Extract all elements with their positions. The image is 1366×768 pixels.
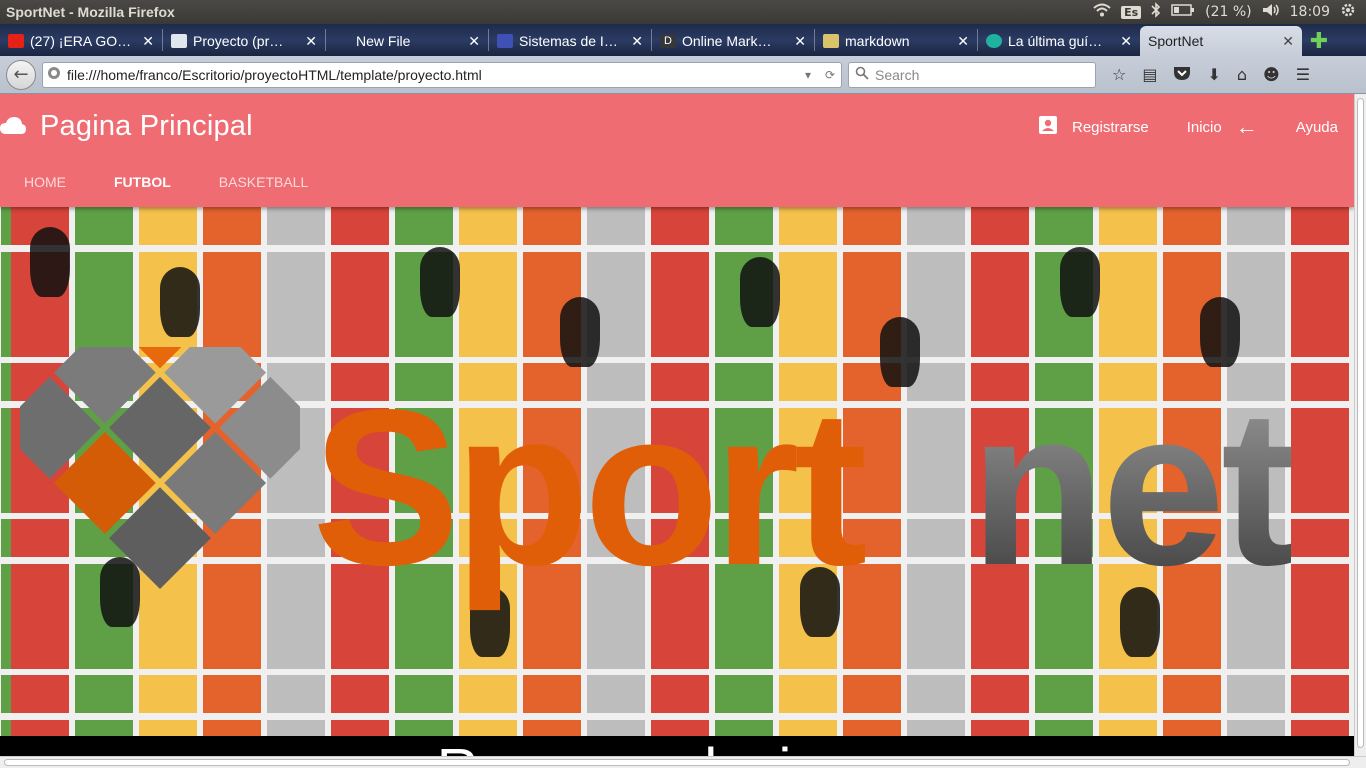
help-link[interactable]: Ayuda — [1296, 119, 1338, 136]
tab-label: Sistemas de I… — [519, 33, 618, 49]
tab-youtube[interactable]: (27) ¡ERA GO… ✕ — [0, 26, 162, 56]
battery-percentage: (21 %) — [1205, 4, 1252, 20]
tab-label: La última guí… — [1008, 33, 1103, 49]
page-title: Pagina Principal — [40, 110, 253, 142]
tab-label: markdown — [845, 33, 910, 49]
trello-icon — [171, 34, 187, 48]
athlete-silhouette — [1060, 247, 1100, 317]
athlete-silhouette — [740, 257, 780, 327]
account-box-icon[interactable] — [1038, 115, 1058, 139]
search-placeholder: Search — [875, 66, 920, 83]
history-dropdown-icon[interactable]: ▾ — [797, 68, 819, 82]
close-icon[interactable]: ✕ — [142, 33, 154, 50]
athlete-silhouette — [1200, 297, 1240, 367]
moodle-icon — [497, 34, 513, 48]
dillinger-icon: D — [660, 34, 676, 48]
tab-label: New File — [356, 33, 411, 49]
close-icon[interactable]: ✕ — [468, 33, 480, 50]
wifi-icon[interactable] — [1093, 3, 1111, 21]
os-title-bar: SportNet - Mozilla Firefox Es (21 %) 18:… — [0, 0, 1366, 24]
back-button[interactable]: ← — [6, 59, 36, 90]
globe-icon — [986, 34, 1002, 48]
search-icon — [855, 66, 869, 83]
brand-text-sport: Sport — [312, 364, 868, 612]
close-icon[interactable]: ✕ — [305, 33, 317, 50]
gear-icon[interactable] — [1340, 2, 1356, 22]
section-tabs: HOME FUTBOL BASKETBALL — [0, 170, 332, 194]
keyboard-layout-indicator[interactable]: Es — [1121, 5, 1142, 19]
navigation-toolbar: ← file:///home/franco/Escritorio/proyect… — [0, 56, 1366, 94]
url-text[interactable]: file:///home/franco/Escritorio/proyectoH… — [61, 67, 797, 83]
browser-tab-strip: (27) ¡ERA GO… ✕ Proyecto (pr… ✕ New File… — [0, 24, 1366, 56]
sportnet-logo-icon — [20, 347, 300, 590]
arrow-back-icon[interactable]: ← — [1236, 114, 1258, 140]
markdown-icon — [823, 34, 839, 48]
horizontal-scrollbar[interactable] — [0, 756, 1366, 768]
hero-banner: Sport net Recomendaciones — [0, 207, 1354, 756]
download-icon[interactable]: ⬇ — [1207, 65, 1220, 84]
clock[interactable]: 18:09 — [1290, 4, 1330, 20]
home-link[interactable]: Inicio — [1187, 119, 1222, 136]
hello-icon[interactable]: ☻ — [1263, 65, 1280, 84]
close-icon[interactable]: ✕ — [957, 33, 969, 50]
tab-home[interactable]: HOME — [0, 170, 90, 194]
arrow-left-icon: ← — [13, 64, 29, 85]
volume-icon[interactable] — [1262, 3, 1280, 21]
close-icon[interactable]: ✕ — [794, 33, 806, 50]
pocket-icon[interactable] — [1173, 65, 1191, 85]
tab-trello[interactable]: Proyecto (pr… ✕ — [163, 26, 325, 56]
window-title: SportNet - Mozilla Firefox — [6, 4, 175, 20]
athlete-silhouette — [30, 227, 70, 297]
tab-new-file[interactable]: New File ✕ — [326, 26, 488, 56]
bookmark-star-icon[interactable]: ☆ — [1112, 65, 1126, 84]
tab-label: Proyecto (pr… — [193, 33, 284, 49]
reading-list-icon[interactable]: ▤ — [1142, 65, 1157, 84]
vertical-scrollbar[interactable] — [1354, 94, 1366, 756]
close-icon[interactable]: ✕ — [631, 33, 643, 50]
scroll-thumb[interactable] — [1357, 98, 1364, 748]
new-tab-button[interactable]: ✚ — [1302, 26, 1336, 56]
scroll-thumb[interactable] — [4, 759, 1350, 766]
search-input[interactable]: Search — [848, 61, 1096, 88]
cloud-icon — [0, 117, 26, 134]
menu-icon[interactable]: ☰ — [1296, 65, 1310, 84]
close-icon[interactable]: ✕ — [1120, 33, 1132, 50]
brand-text-net: net — [970, 364, 1295, 612]
recommendations-heading: Recomendaciones — [0, 736, 1354, 756]
athlete-silhouette — [880, 317, 920, 387]
tab-online-markdown[interactable]: D Online Mark… ✕ — [652, 26, 814, 56]
tab-label: (27) ¡ERA GO… — [30, 33, 132, 49]
battery-icon[interactable] — [1171, 4, 1195, 20]
athlete-silhouette — [160, 267, 200, 337]
athlete-silhouette — [420, 247, 460, 317]
bluetooth-icon[interactable] — [1151, 2, 1161, 22]
tab-label: Online Mark… — [682, 33, 772, 49]
tab-ultima-guia[interactable]: La última guí… ✕ — [978, 26, 1140, 56]
app-header: Pagina Principal Registrarse Inicio ← Ay… — [0, 94, 1354, 207]
tab-label: SportNet — [1148, 33, 1204, 49]
tab-markdown[interactable]: markdown ✕ — [815, 26, 977, 56]
tab-sistemas[interactable]: Sistemas de I… ✕ — [489, 26, 651, 56]
tab-basketball[interactable]: BASKETBALL — [195, 170, 333, 194]
reload-icon[interactable]: ⟳ — [819, 68, 841, 82]
youtube-icon — [8, 34, 24, 48]
tab-futbol[interactable]: FUTBOL — [90, 170, 195, 194]
tab-sportnet[interactable]: SportNet ✕ — [1140, 26, 1302, 56]
blank-page-icon — [334, 34, 350, 48]
close-icon[interactable]: ✕ — [1282, 33, 1294, 50]
athlete-silhouette — [560, 297, 600, 367]
web-page: Pagina Principal Registrarse Inicio ← Ay… — [0, 94, 1354, 756]
home-icon[interactable]: ⌂ — [1237, 65, 1247, 84]
site-identity-icon[interactable] — [47, 66, 61, 83]
register-link[interactable]: Registrarse — [1072, 119, 1149, 136]
url-bar[interactable]: file:///home/franco/Escritorio/proyectoH… — [42, 61, 842, 88]
